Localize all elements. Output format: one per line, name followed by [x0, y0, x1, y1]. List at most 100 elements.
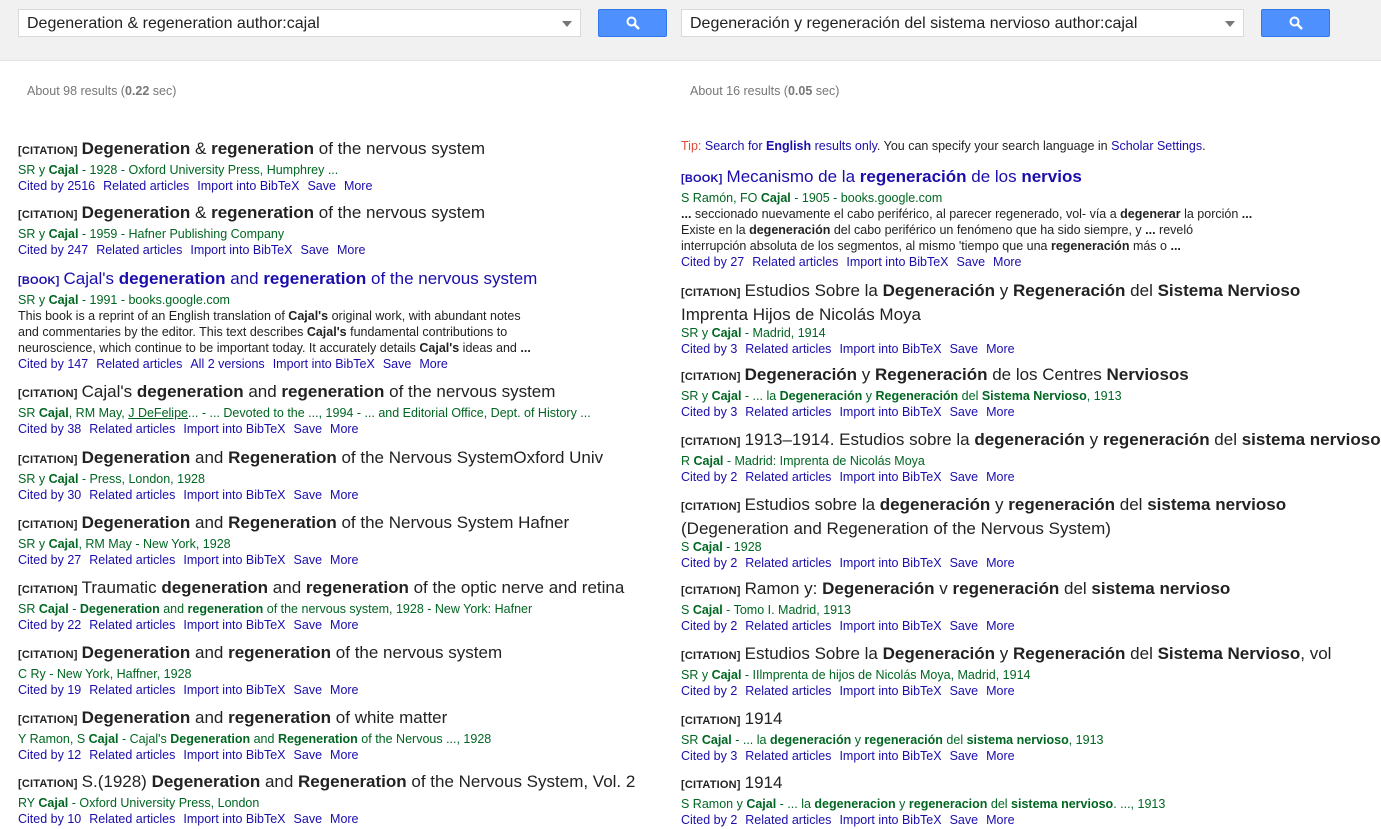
save-link[interactable]: Save	[950, 342, 979, 356]
cited-by-link[interactable]: Cited by 12	[18, 748, 81, 762]
search-input-left[interactable]: Degeneration & regeneration author:cajal	[18, 9, 581, 37]
more-link[interactable]: More	[986, 556, 1014, 570]
cited-by-link[interactable]: Cited by 2	[681, 619, 737, 633]
cited-by-link[interactable]: Cited by 10	[18, 812, 81, 826]
related-articles-link[interactable]: Related articles	[745, 405, 831, 419]
more-link[interactable]: More	[993, 255, 1021, 269]
save-link[interactable]: Save	[294, 812, 323, 826]
english-only-link[interactable]: Search for English results only	[705, 139, 877, 153]
more-link[interactable]: More	[986, 405, 1014, 419]
more-link[interactable]: More	[419, 357, 447, 371]
more-link[interactable]: More	[986, 619, 1014, 633]
scholar-settings-link[interactable]: Scholar Settings	[1111, 139, 1202, 153]
search-button-left[interactable]	[598, 9, 667, 37]
save-link[interactable]: Save	[294, 683, 323, 697]
search-input-right[interactable]: Degeneración y regeneración del sistema …	[681, 9, 1244, 37]
related-articles-link[interactable]: Related articles	[89, 618, 175, 632]
related-articles-link[interactable]: Related articles	[745, 556, 831, 570]
import-into-bibtex-link[interactable]: Import into BibTeX	[183, 618, 285, 632]
import-into-bibtex-link[interactable]: Import into BibTeX	[190, 243, 292, 257]
cited-by-link[interactable]: Cited by 19	[18, 683, 81, 697]
save-link[interactable]: Save	[307, 179, 336, 193]
result-title[interactable]: [BOOK] Mecanismo de la regeneración de lo…	[681, 166, 1371, 190]
cited-by-link[interactable]: Cited by 3	[681, 342, 737, 356]
cited-by-link[interactable]: Cited by 22	[18, 618, 81, 632]
more-link[interactable]: More	[330, 748, 358, 762]
save-link[interactable]: Save	[294, 618, 323, 632]
more-link[interactable]: More	[330, 422, 358, 436]
save-link[interactable]: Save	[950, 470, 979, 484]
import-into-bibtex-link[interactable]: Import into BibTeX	[839, 619, 941, 633]
related-articles-link[interactable]: Related articles	[745, 749, 831, 763]
import-into-bibtex-link[interactable]: Import into BibTeX	[839, 342, 941, 356]
import-into-bibtex-link[interactable]: Import into BibTeX	[839, 749, 941, 763]
import-into-bibtex-link[interactable]: Import into BibTeX	[273, 357, 375, 371]
related-articles-link[interactable]: Related articles	[745, 684, 831, 698]
cited-by-link[interactable]: Cited by 38	[18, 422, 81, 436]
import-into-bibtex-link[interactable]: Import into BibTeX	[183, 422, 285, 436]
result-title-text[interactable]: Mecanismo de la regeneración de los nerv…	[727, 167, 1082, 186]
search-query-right[interactable]: Degeneración y regeneración del sistema …	[690, 15, 1137, 33]
import-into-bibtex-link[interactable]: Import into BibTeX	[183, 683, 285, 697]
related-articles-link[interactable]: Related articles	[96, 243, 182, 257]
more-link[interactable]: More	[330, 812, 358, 826]
more-link[interactable]: More	[330, 553, 358, 567]
import-into-bibtex-link[interactable]: Import into BibTeX	[839, 684, 941, 698]
chevron-down-icon[interactable]	[1225, 21, 1235, 27]
more-link[interactable]: More	[986, 684, 1014, 698]
related-articles-link[interactable]: Related articles	[89, 812, 175, 826]
related-articles-link[interactable]: Related articles	[745, 619, 831, 633]
related-articles-link[interactable]: Related articles	[89, 422, 175, 436]
search-query-left[interactable]: Degeneration & regeneration author:cajal	[27, 15, 320, 33]
import-into-bibtex-link[interactable]: Import into BibTeX	[839, 470, 941, 484]
save-link[interactable]: Save	[950, 405, 979, 419]
related-articles-link[interactable]: Related articles	[89, 683, 175, 697]
related-articles-link[interactable]: Related articles	[745, 813, 831, 827]
save-link[interactable]: Save	[950, 619, 979, 633]
import-into-bibtex-link[interactable]: Import into BibTeX	[183, 812, 285, 826]
more-link[interactable]: More	[986, 813, 1014, 827]
all-2-versions-link[interactable]: All 2 versions	[190, 357, 264, 371]
more-link[interactable]: More	[337, 243, 365, 257]
save-link[interactable]: Save	[950, 813, 979, 827]
more-link[interactable]: More	[986, 749, 1014, 763]
cited-by-link[interactable]: Cited by 27	[681, 255, 744, 269]
related-articles-link[interactable]: Related articles	[103, 179, 189, 193]
save-link[interactable]: Save	[383, 357, 412, 371]
import-into-bibtex-link[interactable]: Import into BibTeX	[846, 255, 948, 269]
related-articles-link[interactable]: Related articles	[96, 357, 182, 371]
save-link[interactable]: Save	[294, 748, 323, 762]
related-articles-link[interactable]: Related articles	[89, 553, 175, 567]
search-button-right[interactable]	[1261, 9, 1330, 37]
cited-by-link[interactable]: Cited by 3	[681, 749, 737, 763]
related-articles-link[interactable]: Related articles	[89, 748, 175, 762]
more-link[interactable]: More	[986, 470, 1014, 484]
cited-by-link[interactable]: Cited by 2516	[18, 179, 95, 193]
save-link[interactable]: Save	[294, 422, 323, 436]
save-link[interactable]: Save	[957, 255, 986, 269]
save-link[interactable]: Save	[294, 553, 323, 567]
related-articles-link[interactable]: Related articles	[752, 255, 838, 269]
cited-by-link[interactable]: Cited by 2	[681, 556, 737, 570]
import-into-bibtex-link[interactable]: Import into BibTeX	[839, 813, 941, 827]
save-link[interactable]: Save	[294, 488, 323, 502]
cited-by-link[interactable]: Cited by 27	[18, 553, 81, 567]
more-link[interactable]: More	[986, 342, 1014, 356]
cited-by-link[interactable]: Cited by 147	[18, 357, 88, 371]
import-into-bibtex-link[interactable]: Import into BibTeX	[839, 556, 941, 570]
related-articles-link[interactable]: Related articles	[745, 342, 831, 356]
more-link[interactable]: More	[330, 618, 358, 632]
cited-by-link[interactable]: Cited by 2	[681, 813, 737, 827]
more-link[interactable]: More	[344, 179, 372, 193]
save-link[interactable]: Save	[950, 556, 979, 570]
cited-by-link[interactable]: Cited by 2	[681, 684, 737, 698]
more-link[interactable]: More	[330, 683, 358, 697]
cited-by-link[interactable]: Cited by 247	[18, 243, 88, 257]
import-into-bibtex-link[interactable]: Import into BibTeX	[839, 405, 941, 419]
cited-by-link[interactable]: Cited by 2	[681, 470, 737, 484]
result-title-text[interactable]: Cajal's degeneration and regeneration of…	[64, 269, 538, 288]
related-articles-link[interactable]: Related articles	[745, 470, 831, 484]
import-into-bibtex-link[interactable]: Import into BibTeX	[183, 488, 285, 502]
import-into-bibtex-link[interactable]: Import into BibTeX	[183, 553, 285, 567]
cited-by-link[interactable]: Cited by 30	[18, 488, 81, 502]
